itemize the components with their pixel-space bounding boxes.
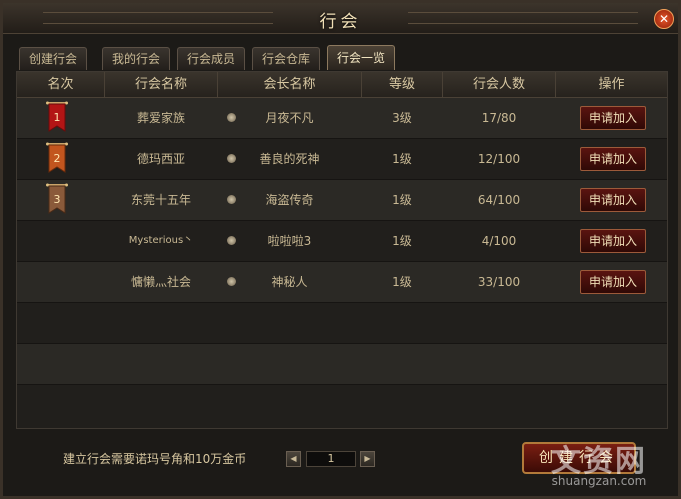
member-count: 12/100 <box>477 152 521 166</box>
header-guild-name: 行会名称 <box>105 72 218 97</box>
apply-join-button[interactable]: 申请加入 <box>580 229 646 253</box>
guild-level: 1级 <box>392 275 412 289</box>
guild-level: 1级 <box>392 234 412 248</box>
guild-window: 行会 ✕ 创建行会 我的行会 行会成员 行会仓库 行会一览 名次 行会名称 会长… <box>0 0 681 499</box>
page-number: 1 <box>306 451 356 467</box>
tab-guild-warehouse[interactable]: 行会仓库 <box>252 47 320 70</box>
rank-banner-icon: 3 <box>46 183 68 214</box>
guild-name: 东莞十五年 <box>130 193 191 207</box>
guild-level: 1级 <box>392 152 412 166</box>
table-row: 1 葬爱家族 月夜不凡 3级 17/80 申请加入 <box>17 98 667 139</box>
apply-join-button[interactable]: 申请加入 <box>580 188 646 212</box>
tab-my-guild[interactable]: 我的行会 <box>102 47 170 70</box>
header-level: 等级 <box>362 72 443 97</box>
header-leader-name: 会长名称 <box>218 72 362 97</box>
window-title: 行会 <box>319 12 362 32</box>
rank-number: 2 <box>54 152 61 165</box>
tab-create-guild[interactable]: 创建行会 <box>19 47 87 70</box>
leader-name: 海盗传奇 <box>265 193 314 207</box>
leader-name: 啦啦啦3 <box>267 234 312 248</box>
apply-join-button[interactable]: 申请加入 <box>580 106 646 130</box>
member-count: 33/100 <box>477 275 521 289</box>
member-count: 64/100 <box>477 193 521 207</box>
table-row: Mysterious丶 啦啦啦3 1级 4/100 申请加入 <box>17 221 667 262</box>
guild-name: 慵懒灬社会 <box>130 275 191 289</box>
empty-row <box>17 385 667 428</box>
tab-guild-members[interactable]: 行会成员 <box>177 47 245 70</box>
leader-name: 善良的死神 <box>259 152 320 166</box>
table-row: 2 德玛西亚 善良的死神 1级 12/100 申请加入 <box>17 139 667 180</box>
guild-name: 德玛西亚 <box>136 152 185 166</box>
table-row: 慵懒灬社会 神秘人 1级 33/100 申请加入 <box>17 262 667 303</box>
guild-list-panel: 名次 行会名称 会长名称 等级 行会人数 操作 1 葬爱家族 月夜不凡 3级 1… <box>16 71 668 429</box>
apply-join-button[interactable]: 申请加入 <box>580 147 646 171</box>
close-icon[interactable]: ✕ <box>654 9 674 29</box>
guild-name: Mysterious丶 <box>128 235 194 246</box>
guild-level: 1级 <box>392 193 412 207</box>
empty-row <box>17 303 667 344</box>
guild-name: 葬爱家族 <box>136 111 185 125</box>
header-member-count: 行会人数 <box>443 72 556 97</box>
rank-number: 1 <box>54 111 61 124</box>
rank-number: 3 <box>54 193 61 206</box>
leader-name: 神秘人 <box>271 275 308 289</box>
member-count: 17/80 <box>481 111 517 125</box>
prev-page-icon[interactable]: ◀ <box>286 451 301 467</box>
next-page-icon[interactable]: ▶ <box>360 451 375 467</box>
rank-banner-icon: 2 <box>46 142 68 173</box>
watermark-sub: shuangzan.com <box>551 474 647 488</box>
table-row: 3 东莞十五年 海盗传奇 1级 64/100 申请加入 <box>17 180 667 221</box>
rank-banner-icon: 1 <box>46 101 68 132</box>
create-guild-requirement: 建立行会需要诺玛号角和10万金币 <box>63 452 247 466</box>
leader-name: 月夜不凡 <box>265 111 314 125</box>
empty-row <box>17 344 667 385</box>
header-rank: 名次 <box>17 72 105 97</box>
header-action: 操作 <box>598 77 625 92</box>
tab-guild-list[interactable]: 行会一览 <box>327 45 395 70</box>
watermark: 文资网 shuangzan.com <box>524 436 674 494</box>
apply-join-button[interactable]: 申请加入 <box>580 270 646 294</box>
member-count: 4/100 <box>481 234 517 248</box>
guild-level: 3级 <box>392 111 412 125</box>
title-bar: 行会 ✕ <box>3 3 678 34</box>
table-header: 名次 行会名称 会长名称 等级 行会人数 操作 <box>17 72 667 98</box>
